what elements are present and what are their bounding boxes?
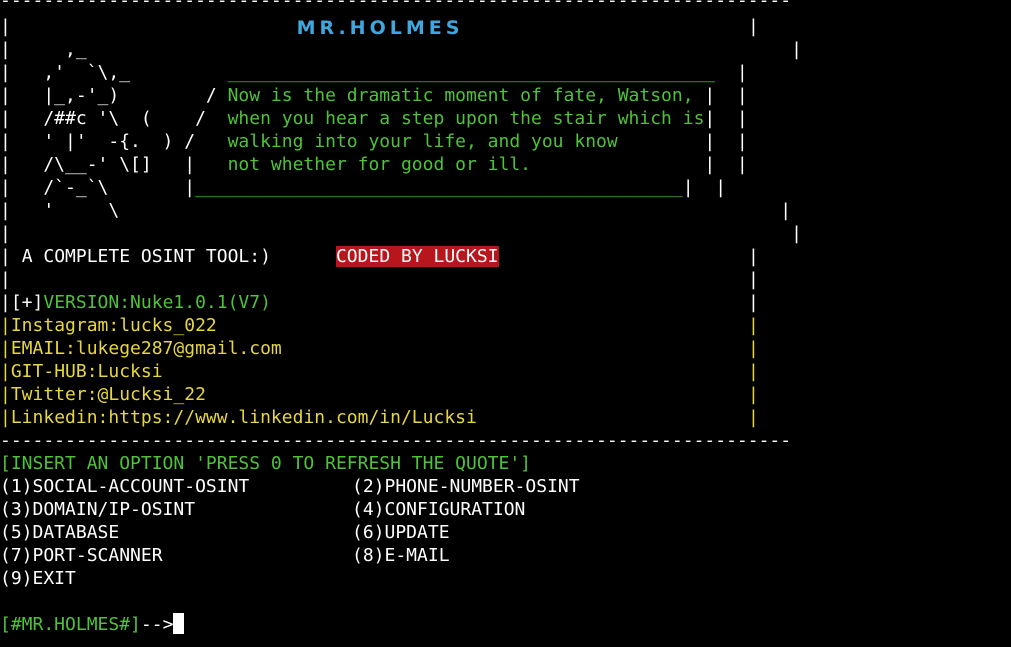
menu-option-4[interactable]: (4)CONFIGURATION (352, 498, 525, 521)
menu-option-9[interactable]: (9)EXIT (0, 567, 76, 590)
ascii-art: | ' |' -{. ) / (0, 131, 228, 152)
edge: | (748, 361, 759, 382)
edge: | (0, 246, 22, 267)
edge: | (748, 292, 759, 313)
terminal-window[interactable]: ----------------------------------------… (0, 0, 1011, 647)
ascii-art-row-8: | ' \ | (0, 200, 792, 221)
version-text: VERSION:Nuke1.0.1(V7) (43, 292, 271, 313)
quote-line-1: Now is the dramatic moment of fate, Wats… (227, 85, 694, 106)
edge: | | (693, 131, 748, 152)
edge: | (748, 269, 759, 290)
top-rule: ----------------------------------------… (0, 0, 792, 11)
edge: | | (704, 108, 748, 129)
ascii-art: | /##c '\ ( / (0, 108, 228, 129)
menu-option-7[interactable]: (7)PORT-SCANNER (0, 544, 163, 567)
edge: | (715, 62, 748, 83)
edge: | (748, 315, 759, 336)
twitter-text: Twitter:@Lucksi_22 (10, 384, 206, 405)
edge: | (748, 246, 759, 267)
tagline: A COMPLETE OSINT TOOL:) (21, 246, 271, 267)
ascii-art: | |_,-'_) / (0, 85, 228, 106)
email-text: EMAIL:lukege287@gmail.com (10, 338, 282, 359)
linkedin-text: Linkedin:https://www.linkedin.com/in/Luc… (10, 407, 477, 428)
ascii-art-row-2: | ,' `\,_ ______________________________… (0, 61, 748, 84)
quote-line-3: walking into your life, and you know (227, 131, 694, 152)
github-row: |GIT-HUB:Lucksi (0, 361, 163, 382)
edge: | | (693, 85, 748, 106)
linkedin-row: |Linkedin:https://www.linkedin.com/in/Lu… (0, 407, 477, 428)
ascii-art-row-3: | |_,-'_) / Now is the dramatic moment o… (0, 84, 748, 107)
edge: | (0, 292, 11, 313)
edge: | | (682, 177, 727, 198)
bottom-rule: ----------------------------------------… (0, 430, 792, 451)
instagram-text: Instagram:lucks_022 (10, 315, 217, 336)
instagram-row: |Instagram:lucks_022 (0, 315, 217, 336)
menu-option-1[interactable]: (1)SOCIAL-ACCOUNT-OSINT (0, 475, 249, 498)
quote-box-top: ________________________________________… (227, 62, 716, 83)
prompt-arrow: --> (140, 614, 174, 635)
ascii-art-row-7: | /`-_`\ |______________________________… (0, 176, 726, 199)
edge: | (0, 269, 11, 290)
ascii-art-row-4: | /##c '\ ( / when you hear a step upon … (0, 107, 748, 130)
text-cursor[interactable] (173, 613, 185, 634)
menu-instruction: [INSERT AN OPTION 'PRESS 0 TO REFRESH TH… (0, 453, 532, 474)
email-row: |EMAIL:lukege287@gmail.com (0, 338, 282, 359)
quote-line-4: not whether for good or ill. (227, 154, 694, 175)
ascii-art-row-5: | ' |' -{. ) / walking into your life, a… (0, 130, 748, 153)
version-row: |[+]VERSION:Nuke1.0.1(V7) (0, 291, 271, 314)
quote-line-2: when you hear a step upon the stair whic… (227, 108, 705, 129)
edge: | (748, 338, 759, 359)
ascii-art-row-6: | /\__-' \[] | not whether for good or i… (0, 153, 748, 176)
coded-by-badge: CODED BY LUCKSI (335, 246, 499, 267)
ascii-art: | /\__-' \[] | (0, 154, 228, 175)
prompt-label: [#MR.HOLMES#] (0, 614, 141, 635)
menu-option-5[interactable]: (5)DATABASE (0, 521, 119, 544)
edge: | (748, 407, 759, 428)
command-prompt[interactable]: [#MR.HOLMES#]--> (0, 613, 185, 636)
quote-box-bottom: ________________________________________… (195, 177, 683, 198)
version-prefix: [+] (10, 292, 44, 313)
menu-option-3[interactable]: (3)DOMAIN/IP-OSINT (0, 498, 195, 521)
ascii-art: | ,' `\,_ (0, 62, 228, 83)
tagline-row: | A COMPLETE OSINT TOOL:) CODED BY LUCKS… (0, 245, 499, 268)
edge: | (748, 384, 759, 405)
menu-option-2[interactable]: (2)PHONE-NUMBER-OSINT (352, 475, 580, 498)
menu-option-6[interactable]: (6)UPDATE (352, 521, 450, 544)
github-text: GIT-HUB:Lucksi (10, 361, 163, 382)
edge: | | (693, 154, 748, 175)
twitter-row: |Twitter:@Lucksi_22 (0, 384, 206, 405)
ascii-art: | /`-_`\ | (0, 177, 196, 198)
ascii-art-row-9: | | (0, 223, 802, 244)
menu-option-8[interactable]: (8)E-MAIL (352, 544, 450, 567)
ascii-art-row-1: | ,_ | (0, 39, 802, 60)
